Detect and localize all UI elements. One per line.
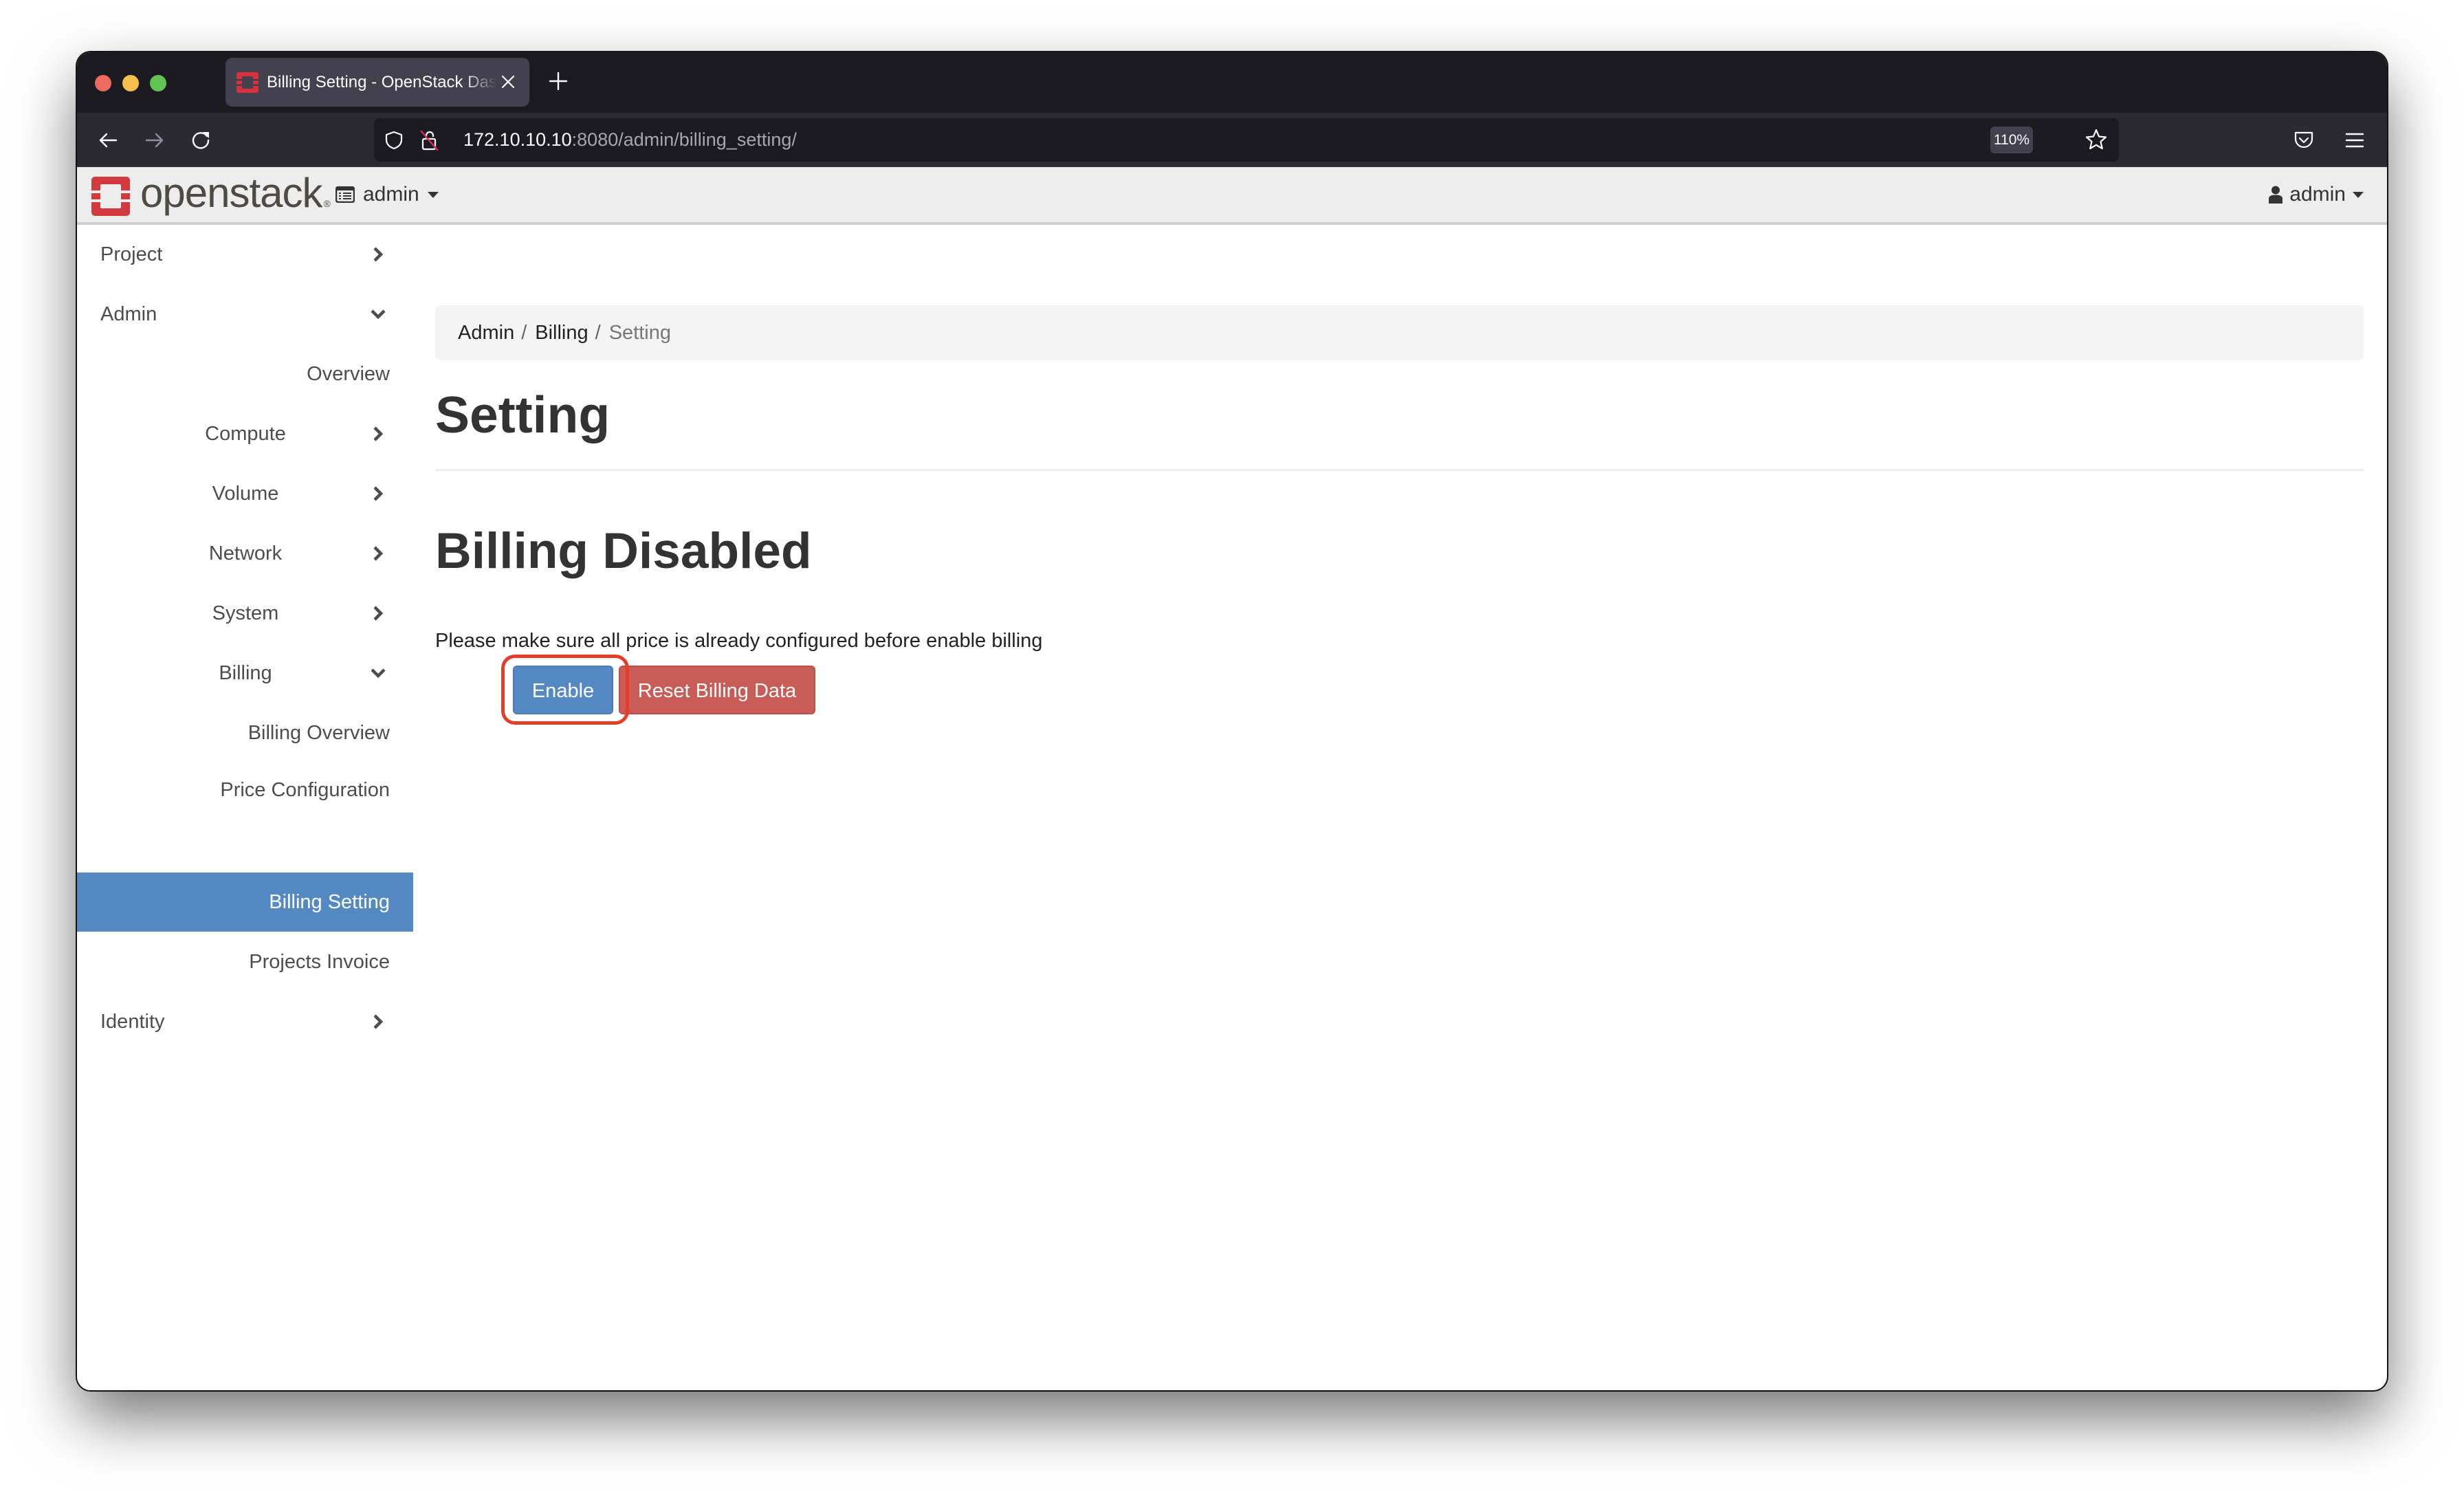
pocket-icon[interactable]	[2294, 130, 2314, 151]
openstack-header: openstack ® admin admin	[77, 167, 2387, 225]
enable-billing-button[interactable]: Enable	[513, 666, 613, 714]
registered-mark: ®	[323, 198, 331, 209]
sidebar-item-label: Network	[208, 542, 283, 564]
zoom-level-badge[interactable]: 110%	[1990, 127, 2033, 153]
sidebar-item-compute[interactable]: Compute	[77, 404, 413, 463]
title-divider	[435, 469, 2364, 471]
chevron-right-icon	[373, 606, 384, 621]
main-content: Admin / Billing / Setting Setting Billing Di…	[435, 225, 2364, 1390]
browser-window: Billing Setting - OpenStack Dashboard	[77, 52, 2387, 1390]
plus-icon[interactable]	[549, 72, 568, 91]
brand-text: openstack	[140, 170, 323, 216]
breadcrumb-billing[interactable]: Billing	[535, 322, 588, 344]
sidebar-item-label: System	[212, 602, 279, 624]
close-window-button[interactable]	[95, 75, 111, 91]
user-menu-label: admin	[2289, 183, 2346, 206]
sidebar-item-label: Overview	[307, 363, 390, 385]
breadcrumb-separator: /	[521, 322, 527, 344]
user-icon	[2269, 186, 2283, 204]
user-menu[interactable]: admin	[2269, 167, 2364, 222]
url-text[interactable]: 172.10.10.10:8080/admin/billing_setting/	[463, 118, 797, 162]
caret-down-icon	[2353, 191, 2364, 198]
sidebar-item-label: Price Configuration	[220, 779, 390, 801]
sidebar-item-project[interactable]: Project	[77, 225, 413, 284]
sidebar-item-system[interactable]: System	[77, 584, 413, 643]
chevron-down-icon	[371, 668, 386, 679]
sidebar-item-label: Billing Setting	[269, 891, 390, 913]
sidebar-item-label: Admin	[100, 303, 157, 325]
billing-status-heading: Billing Disabled	[435, 523, 812, 579]
reset-billing-data-button[interactable]: Reset Billing Data	[619, 666, 815, 714]
chevron-right-icon	[373, 486, 384, 501]
sidebar-item-volume[interactable]: Volume	[77, 464, 413, 523]
url-host: 172.10.10.10	[463, 129, 572, 150]
sidebar-item-label: Billing Overview	[248, 722, 390, 744]
sidebar-item-overview[interactable]: Overview	[77, 344, 413, 404]
sidebar-item-billing-overview[interactable]: Billing Overview	[77, 703, 413, 763]
sidebar-item-label: Billing	[219, 662, 272, 684]
billing-help-text: Please make sure all price is already co…	[435, 630, 1043, 652]
chevron-right-icon	[373, 546, 384, 561]
insecure-lock-icon[interactable]	[419, 129, 440, 151]
sidebar-item-price-configuration[interactable]: Price Configuration	[77, 760, 413, 820]
openstack-logo-icon	[236, 72, 258, 93]
project-selector-label: admin	[363, 183, 419, 206]
breadcrumb: Admin / Billing / Setting	[435, 305, 2364, 360]
title-bar: Billing Setting - OpenStack Dashboard	[77, 52, 2387, 113]
page-title: Setting	[435, 386, 610, 443]
url-path: :8080/admin/billing_setting/	[571, 129, 797, 150]
chevron-down-icon	[371, 309, 386, 320]
arrow-left-icon[interactable]	[98, 130, 118, 151]
maximize-window-button[interactable]	[150, 75, 166, 91]
sidebar-item-label: Project	[100, 243, 163, 265]
sidebar-item-network[interactable]: Network	[77, 524, 413, 583]
browser-toolbar: 172.10.10.10:8080/admin/billing_setting/…	[77, 113, 2387, 167]
breadcrumb-admin[interactable]: Admin	[458, 322, 514, 344]
shield-icon[interactable]	[385, 131, 403, 150]
url-bar[interactable]: 172.10.10.10:8080/admin/billing_setting/…	[374, 118, 2119, 162]
openstack-logo-icon[interactable]	[91, 177, 130, 216]
project-list-icon	[336, 186, 355, 203]
caret-down-icon	[427, 191, 439, 198]
chevron-right-icon	[373, 247, 384, 262]
sidebar: Project Admin Overview Compute Volume Ne…	[77, 225, 413, 1390]
chevron-right-icon	[373, 1014, 384, 1029]
sidebar-item-label: Volume	[212, 483, 279, 505]
sidebar-item-billing-setting[interactable]: Billing Setting	[77, 873, 413, 932]
sidebar-item-identity[interactable]: Identity	[77, 992, 413, 1051]
sidebar-item-billing[interactable]: Billing	[77, 644, 413, 703]
minimize-window-button[interactable]	[122, 75, 139, 91]
project-selector[interactable]: admin	[336, 167, 439, 222]
sidebar-item-label: Compute	[205, 423, 286, 445]
sidebar-item-projects-invoice[interactable]: Projects Invoice	[77, 932, 413, 991]
close-tab-icon[interactable]	[499, 73, 517, 91]
bookmark-star-icon[interactable]	[2084, 128, 2108, 151]
sidebar-item-label: Projects Invoice	[249, 951, 390, 973]
browser-tab[interactable]: Billing Setting - OpenStack Dashboard	[226, 58, 529, 107]
openstack-brand[interactable]: openstack ®	[140, 167, 331, 222]
sidebar-item-label: Identity	[100, 1011, 165, 1033]
sidebar-item-admin[interactable]: Admin	[77, 285, 413, 344]
chevron-right-icon	[373, 426, 384, 441]
arrow-right-icon[interactable]	[144, 130, 165, 151]
hamburger-menu-icon[interactable]	[2344, 130, 2365, 151]
reload-icon[interactable]	[190, 130, 211, 151]
breadcrumb-setting: Setting	[608, 322, 671, 344]
tab-title: Billing Setting - OpenStack Dashboard	[267, 73, 497, 91]
breadcrumb-separator: /	[595, 322, 601, 344]
